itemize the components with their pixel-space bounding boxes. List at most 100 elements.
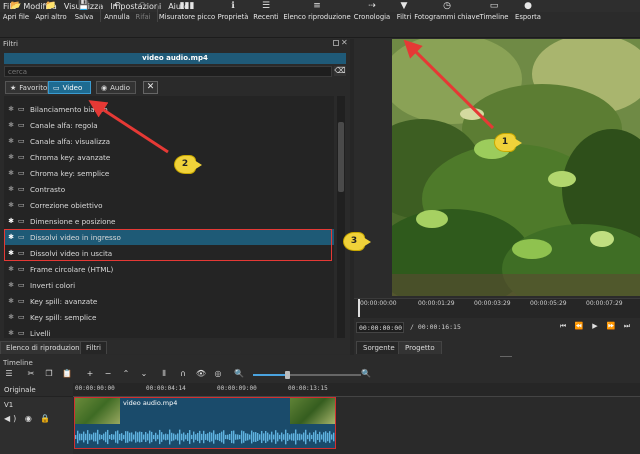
overwrite-icon[interactable]: ⌄ (138, 369, 150, 378)
tab-audio[interactable]: ◉ Audio (96, 81, 136, 94)
tab-favorite[interactable]: ★ Favorito (5, 81, 48, 94)
filter-item[interactable]: ✱ ▭ Inverti colori (4, 277, 334, 293)
zoom-slider-handle[interactable] (285, 371, 290, 379)
favorite-star-icon[interactable]: ✱ (4, 217, 18, 225)
tab-project[interactable]: Progetto (398, 341, 442, 354)
folder-other-icon: 📁 (45, 1, 57, 11)
filter-item-label: Canale alfa: visualizza (30, 136, 111, 146)
favorite-star-icon[interactable]: ✱ (4, 329, 18, 337)
playlist-icon: ≡ (313, 1, 321, 11)
timeline-button[interactable]: ▭ Timeline (480, 0, 509, 26)
play-button[interactable]: ▶ (588, 322, 602, 330)
open-file-button[interactable]: 📂 Apri file (2, 0, 30, 26)
hide-icon[interactable]: ◉ (25, 414, 35, 423)
copy-icon[interactable]: ❐ (43, 369, 55, 378)
dock-grip[interactable] (500, 356, 512, 357)
waveform-bar (87, 430, 89, 444)
filter-item[interactable]: ✱ ▭ Correzione obiettivo (4, 197, 334, 213)
waveform-bar (167, 434, 169, 440)
filter-item[interactable]: ✱ ▭ Bilanciamento bianco (4, 101, 334, 117)
waveform-bar (281, 432, 283, 442)
close-panel-button[interactable]: ✕ (341, 38, 348, 47)
paste-icon[interactable]: 📋 (61, 369, 73, 378)
favorite-star-icon[interactable]: ✱ (4, 121, 18, 129)
filter-item[interactable]: ✱ ▭ Key spill: semplice (4, 309, 334, 325)
filter-item[interactable]: ✱ ▭ Key spill: avanzate (4, 293, 334, 309)
filter-item[interactable]: ✱ ▭ Chroma key: avanzate (4, 149, 334, 165)
rewind-button[interactable]: ⏪ (572, 322, 586, 330)
player-playhead[interactable] (358, 299, 360, 317)
favorite-star-icon[interactable]: ✱ (4, 105, 18, 113)
annotation-badge: 3 (343, 232, 371, 251)
append-icon[interactable]: + (84, 369, 96, 378)
favorite-star-icon[interactable]: ✱ (4, 281, 18, 289)
timeline-tick-label: 00:00:00:00 (75, 385, 115, 392)
zoom-out-icon[interactable]: 🔍 (233, 369, 245, 378)
redo-button[interactable]: ↷ Rifai (133, 0, 153, 26)
undo-button[interactable]: ↶ Annulla (103, 0, 131, 26)
scrollbar-thumb[interactable] (338, 122, 344, 192)
filter-item-label: Key spill: semplice (30, 312, 97, 322)
favorite-star-icon[interactable]: ✱ (4, 169, 18, 177)
track-name: V1 (4, 401, 14, 409)
waveform-bar (165, 433, 167, 441)
waveform-bar (137, 432, 139, 442)
peak-meter-button[interactable]: ▮▮▮ Misuratore picco (159, 0, 215, 26)
export-button[interactable]: ● Esporta (514, 0, 542, 26)
filter-item[interactable]: ✱ ▭ Livelli (4, 325, 334, 338)
tab-filters[interactable]: Filtri (80, 341, 107, 354)
remove-filter-button[interactable]: ✕ (143, 81, 158, 94)
filter-item[interactable]: ✱ ▭ Dimensione e posizione (4, 213, 334, 229)
filters-button[interactable]: ▼ Filtri (394, 0, 414, 26)
tab-playlist[interactable]: Elenco di riproduzione (0, 341, 90, 354)
ripple-icon[interactable]: ◎ (212, 369, 224, 378)
favorite-star-icon[interactable]: ✱ (4, 201, 18, 209)
save-button[interactable]: 💾 Salva (72, 0, 96, 26)
waveform-bar (227, 434, 229, 440)
current-timecode-field[interactable] (356, 322, 404, 333)
recent-button[interactable]: ☰ Recenti (252, 0, 280, 26)
zoom-in-icon[interactable]: 🔍 (360, 369, 372, 378)
monitor-icon: ▭ (18, 153, 25, 161)
skip-start-button[interactable]: ⏮ (556, 322, 570, 331)
cut-icon[interactable]: ✂ (25, 369, 37, 378)
waveform-bar (155, 432, 157, 442)
favorite-star-icon[interactable]: ✱ (4, 265, 18, 273)
waveform-bar (129, 432, 131, 442)
fast-forward-button[interactable]: ⏩ (604, 322, 618, 330)
keyframes-button[interactable]: ◷ Fotogrammi chiave (414, 0, 480, 26)
waveform-bar (139, 431, 141, 443)
video-preview[interactable] (392, 39, 640, 296)
waveform-bar (261, 430, 263, 444)
timeline-menu-button[interactable]: ☰ (3, 369, 15, 378)
split-icon[interactable]: ⫴ (158, 369, 170, 379)
filter-item[interactable]: ✱ ▭ Canale alfa: regola (4, 117, 334, 133)
filter-item[interactable]: ✱ ▭ Contrasto (4, 181, 334, 197)
favorite-star-icon[interactable]: ✱ (4, 137, 18, 145)
clear-search-button[interactable]: ⌫ (334, 66, 346, 76)
float-panel-button[interactable] (333, 40, 339, 46)
mute-icon[interactable]: ◀) (4, 414, 19, 423)
tab-source[interactable]: Sorgente (356, 341, 402, 354)
tab-video[interactable]: ▭ Video (48, 81, 91, 94)
skip-end-button[interactable]: ⏭ (620, 322, 634, 331)
remove-icon[interactable]: − (102, 369, 114, 378)
favorite-star-icon[interactable]: ✱ (4, 185, 18, 193)
ruler-tick-label: 00:00:01:29 (418, 300, 455, 307)
favorite-star-icon[interactable]: ✱ (4, 297, 18, 305)
lift-icon[interactable]: ⌃ (120, 369, 132, 378)
waveform-bar (171, 432, 173, 442)
filter-item[interactable]: ✱ ▭ Frame circolare (HTML) (4, 261, 334, 277)
properties-button[interactable]: ℹ Proprietà (218, 0, 249, 26)
favorite-star-icon[interactable]: ✱ (4, 153, 18, 161)
open-other-button[interactable]: 📁 Apri altro (34, 0, 68, 26)
filter-item[interactable]: ✱ ▭ Canale alfa: visualizza (4, 133, 334, 149)
filter-item[interactable]: ✱ ▭ Chroma key: semplice (4, 165, 334, 181)
filter-search-input[interactable] (4, 66, 332, 77)
history-button[interactable]: ⇢ Cronologia (352, 0, 392, 26)
snap-icon[interactable]: ∩ (177, 369, 189, 378)
favorite-star-icon[interactable]: ✱ (4, 313, 18, 321)
scrub-icon[interactable]: 👁 (195, 369, 207, 378)
playlist-button[interactable]: ≡ Elenco riproduzione (283, 0, 350, 26)
lock-icon[interactable]: 🔒 (40, 414, 53, 423)
